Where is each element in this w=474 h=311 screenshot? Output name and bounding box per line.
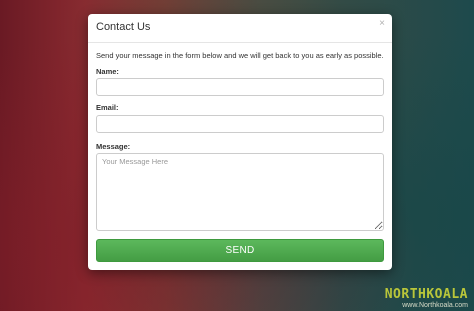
email-input[interactable]	[96, 115, 384, 133]
watermark: NORTHKOALA www.Northkoala.com	[384, 286, 468, 309]
modal-header: Contact Us ×	[88, 14, 392, 43]
message-textarea[interactable]	[96, 153, 384, 231]
contact-modal: Contact Us × Send your message in the fo…	[88, 14, 392, 270]
watermark-logo: NORTHKOALA	[384, 286, 468, 302]
watermark-url: www.Northkoala.com	[402, 302, 468, 309]
name-label: Name:	[96, 67, 119, 76]
message-label: Message:	[96, 142, 131, 151]
email-label: Email:	[96, 103, 119, 112]
intro-text: Send your message in the form below and …	[96, 51, 384, 60]
modal-title: Contact Us	[96, 21, 151, 33]
name-input[interactable]	[96, 78, 384, 96]
send-button[interactable]: SEND	[96, 239, 384, 262]
close-icon[interactable]: ×	[379, 19, 385, 29]
